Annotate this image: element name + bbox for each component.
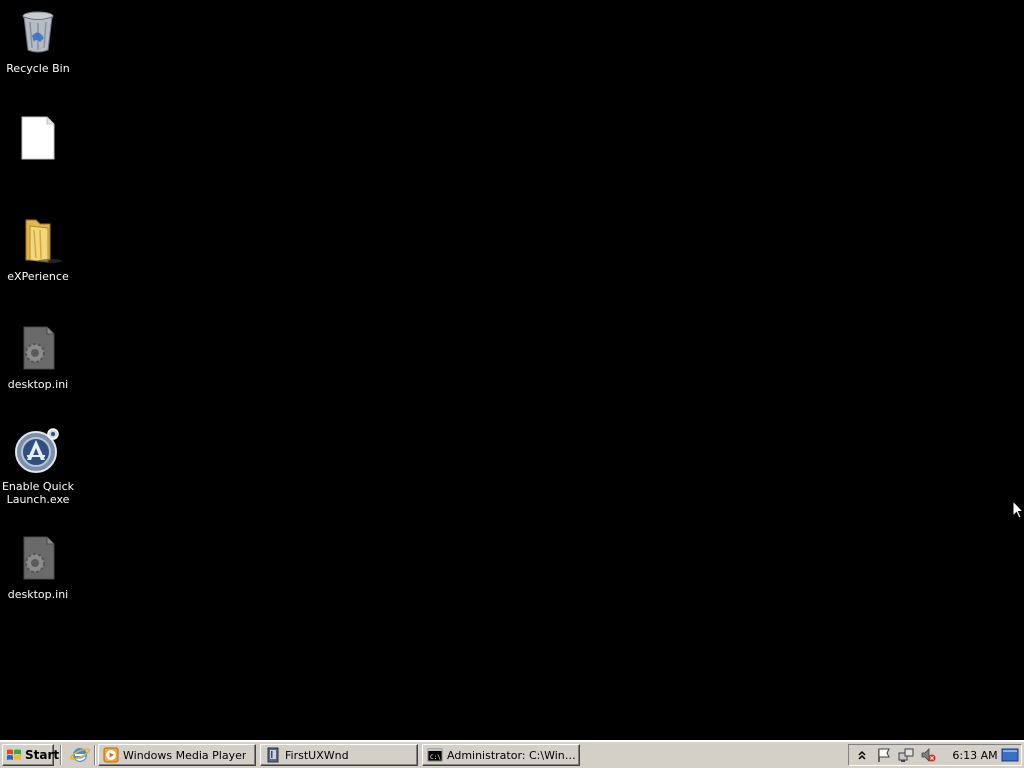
desktop-icon-label: Recycle Bin bbox=[6, 62, 70, 75]
quick-launch-app-icon bbox=[14, 426, 62, 474]
taskbar-separator bbox=[60, 745, 62, 765]
taskbar-button-windows-media-player[interactable]: Windows Media Player bbox=[98, 744, 256, 766]
command-prompt-icon: C:\ bbox=[427, 747, 443, 763]
desktop-icon-desktop-ini[interactable]: desktop.ini bbox=[0, 324, 76, 391]
desktop-icon-label: eXPerience bbox=[7, 270, 69, 283]
mouse-cursor-icon bbox=[1012, 499, 1024, 520]
show-desktop-icon[interactable] bbox=[1001, 746, 1019, 764]
desktop-icon-experience-folder[interactable]: eXPerience bbox=[0, 216, 76, 283]
windows-logo-icon bbox=[6, 748, 22, 762]
taskbar-button-firstuxwnd[interactable]: FirstUXWnd bbox=[260, 744, 418, 766]
settings-file-icon bbox=[14, 324, 62, 372]
desktop-icon-enable-quick-launch[interactable]: Enable Quick Launch.exe bbox=[0, 426, 76, 506]
desktop-icon-recycle-bin[interactable]: Recycle Bin bbox=[0, 8, 76, 75]
media-player-icon bbox=[103, 747, 119, 763]
taskbar-button-label: FirstUXWnd bbox=[285, 748, 349, 762]
desktop-icon-label: desktop.ini bbox=[7, 588, 69, 601]
flag-icon[interactable] bbox=[875, 746, 893, 764]
desktop-icon-desktop-ini-2[interactable]: desktop.ini bbox=[0, 534, 76, 601]
internet-explorer-icon[interactable] bbox=[70, 746, 90, 764]
taskbar-separator bbox=[94, 745, 96, 765]
svg-text:C:\: C:\ bbox=[430, 754, 441, 761]
folder-icon bbox=[14, 216, 62, 264]
blank-file-icon bbox=[14, 114, 62, 162]
window-app-icon bbox=[265, 747, 281, 763]
desktop-icon-blank-file[interactable] bbox=[0, 114, 76, 168]
taskbar-button-label: Administrator: C:\Windo... bbox=[447, 748, 579, 762]
start-label: Start bbox=[25, 748, 60, 762]
desktop-icon-label: desktop.ini bbox=[7, 378, 69, 391]
system-tray: 6:13 AM bbox=[848, 744, 1022, 766]
chevron-up-icon[interactable] bbox=[853, 746, 871, 764]
start-button[interactable]: Start bbox=[2, 744, 59, 766]
taskbar-button-label: Windows Media Player bbox=[123, 748, 247, 762]
volume-muted-icon[interactable] bbox=[919, 746, 937, 764]
clock[interactable]: 6:13 AM bbox=[951, 749, 999, 762]
taskbar-button-administrator-cmd[interactable]: C:\ Administrator: C:\Windo... bbox=[422, 744, 580, 766]
network-icon[interactable] bbox=[897, 746, 915, 764]
desktop[interactable]: Recycle Bin eXPerience desktop.ini Enabl… bbox=[0, 0, 1024, 740]
desktop-icon-label: Enable Quick Launch.exe bbox=[1, 480, 75, 506]
recycle-bin-icon bbox=[14, 8, 62, 56]
settings-file-icon bbox=[14, 534, 62, 582]
taskbar: Start Windows Media Player FirstUXWnd C:… bbox=[0, 740, 1024, 768]
